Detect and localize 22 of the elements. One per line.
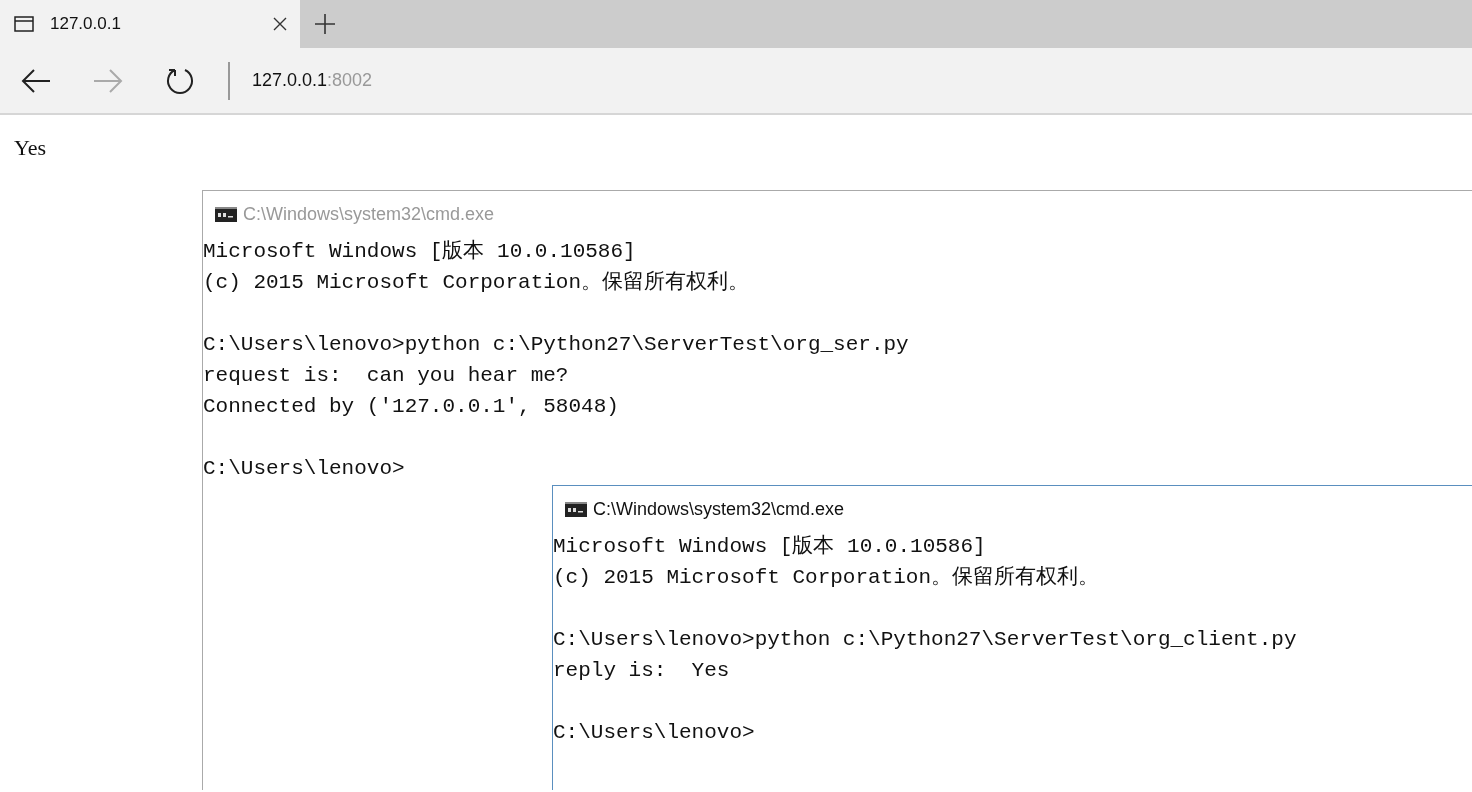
window-title: C:\Windows\system32\cmd.exe [593,498,845,521]
console-line: Microsoft Windows [版本 10.0.10586] [203,238,637,265]
address-bar[interactable]: 127.0.0.1:8002 [252,67,373,94]
console-line: C:\Users\lenovo> [553,720,756,746]
console-line: request is: can you hear me? [203,363,570,389]
window-title: C:\Windows\system32\cmd.exe [243,203,495,226]
console-line: Connected by ('127.0.0.1', 58048) [203,394,620,420]
page-icon [14,16,34,32]
console-icon [215,207,237,222]
console-icon [565,502,587,517]
plus-icon [314,13,336,35]
browser-tab[interactable]: 127.0.0.1 [0,0,300,48]
close-icon[interactable] [272,16,288,32]
console-line: (c) 2015 Microsoft Corporation。保留所有权利。 [553,565,1101,591]
console-line: Microsoft Windows [版本 10.0.10586] [553,533,987,560]
page-text: Yes [14,134,46,162]
console-line: C:\Users\lenovo>python c:\Python27\ServerTest\org_ser.py [203,332,910,358]
console-line: C:\Users\lenovo>python c:\Python27\ServerTest\org_client.py [553,627,1298,653]
console-line: reply is: Yes [553,658,731,684]
tab-title: 127.0.0.1 [50,13,122,36]
console-line: (c) 2015 Microsoft Corporation。保留所有权利。 [203,270,751,296]
console-line: C:\Users\lenovo> [203,456,406,482]
